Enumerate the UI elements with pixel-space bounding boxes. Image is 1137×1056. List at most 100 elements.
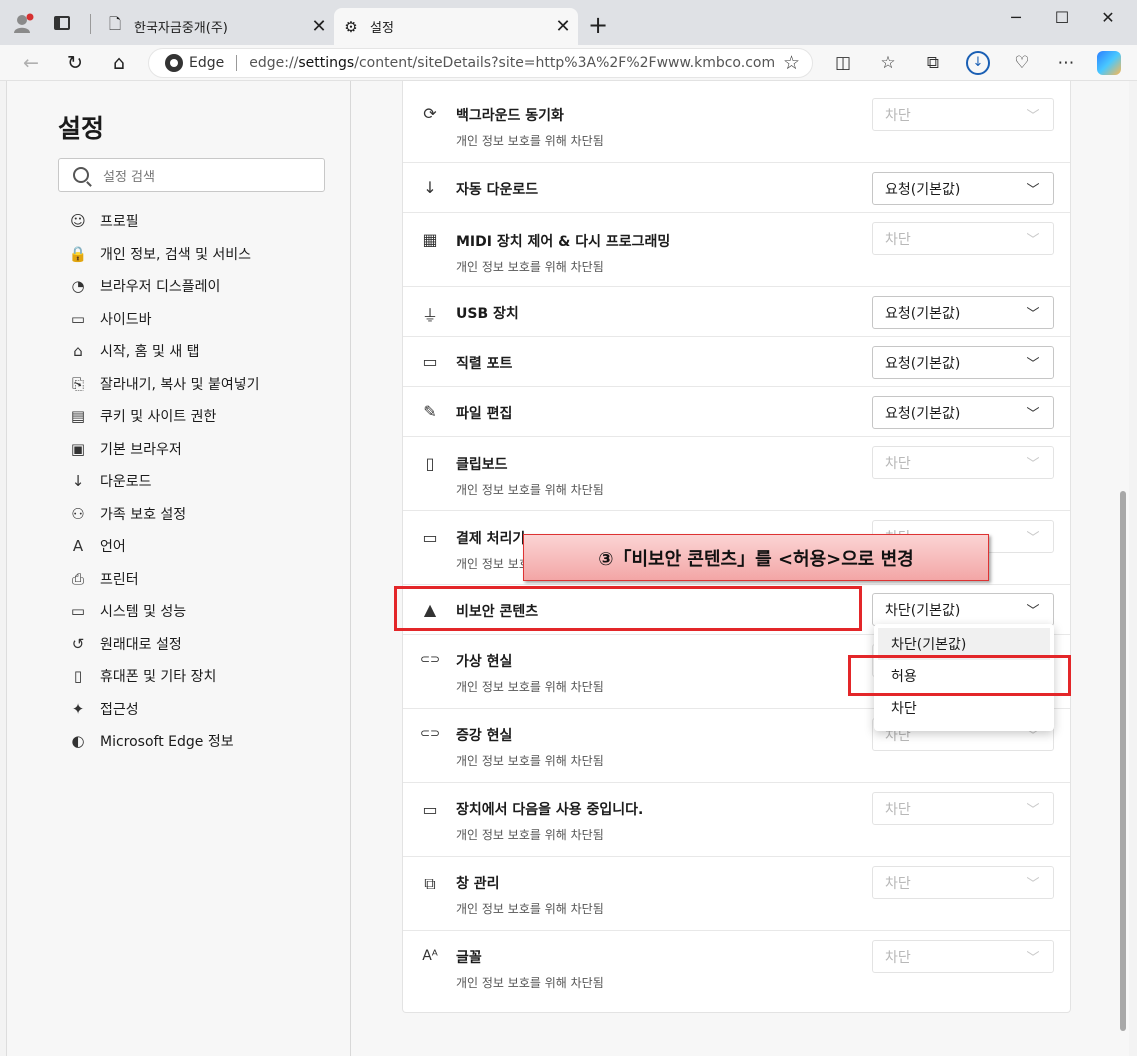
insecure-content-select[interactable]: 차단(기본값) ﹀ [872,593,1054,626]
url-text: edge://settings/content/siteDetails?site… [249,55,776,71]
sidebar-item-profile[interactable]: ☺ 프로필 [67,205,259,238]
select-value: 차단 [885,875,911,892]
serial-port-icon: ▭ [422,352,438,371]
sidebar-item-about[interactable]: ◐ Microsoft Edge 정보 [67,725,259,758]
permission-select[interactable]: 요청(기본값) ﹀ [872,172,1054,205]
sidebar-item-label: 기본 브라우저 [100,441,182,458]
permission-subtitle: 개인 정보 보호를 위해 차단됨 [456,976,604,990]
browser-icon: ▣ [70,439,86,458]
sidebar-item-accessibility[interactable]: ✦ 접근성 [67,693,259,726]
scrollbar[interactable] [1120,491,1126,1031]
permission-select: 차단 ﹀ [872,866,1054,899]
sidebar-item-start-home[interactable]: ⌂ 시작, 홈 및 새 탭 [67,335,259,368]
chevron-down-icon: ﹀ [1026,531,1040,546]
select-value: 요청(기본값) [885,355,961,372]
profile-icon[interactable] [12,12,34,34]
download-icon[interactable]: ↓ [966,51,990,75]
sidebar-item-share-copy-paste[interactable]: ⎘ 잘라내기, 복사 및 붙여넣기 [67,368,260,401]
sidebar-item-phone-devices[interactable]: ▯ 휴대폰 및 기타 장치 [67,660,259,693]
permission-row-window-management: ⧉ 창 관리 개인 정보 보호를 위해 차단됨 차단 ﹀ [403,857,1070,931]
maximize-button[interactable]: ☐ [1042,8,1082,27]
home-icon[interactable]: ⌂ [106,50,132,76]
sidebar-item-languages[interactable]: A 언어 [67,530,259,563]
tab-kmbco[interactable]: 🗋 한국자금중개(주) ✕ [98,8,334,45]
permission-title: 증강 현실 [456,728,513,744]
permission-title: USB 장치 [456,306,519,322]
select-value: 요청(기본값) [885,181,961,198]
toolbar: ← ↻ ⌂ Edge edge://settings/content/siteD… [0,45,1137,81]
permission-title: 창 관리 [456,876,500,892]
sidebar-item-label: 휴대폰 및 기타 장치 [100,669,217,686]
favorite-star-icon[interactable]: ☆ [783,52,800,74]
reset-icon: ↺ [71,634,85,653]
copilot-icon[interactable] [1097,51,1121,75]
close-window-button[interactable]: ✕ [1088,8,1128,27]
sidebar-item-privacy[interactable]: 🔒 개인 정보, 검색 및 서비스 [67,238,259,271]
permission-title: 장치에서 다음을 사용 중입니다. [456,802,644,818]
sync-icon: ⟳ [423,104,437,123]
sidebar-item-printers[interactable]: ⎙ 프린터 [67,563,259,596]
select-value: 차단 [885,801,911,818]
chevron-down-icon: ﹀ [1026,357,1040,372]
page-title: 설정 [58,114,105,143]
printer-icon: ⎙ [71,569,84,588]
sidebar-item-label: 언어 [100,539,126,556]
sidebar-item-label: 브라우저 디스플레이 [100,279,221,296]
sidebar-item-label: 쿠키 및 사이트 권한 [100,409,217,426]
tab-label: 한국자금중개(주) [134,21,228,36]
collections-icon[interactable]: ⧉ [921,51,945,75]
permission-title: 백그라운드 동기화 [456,108,564,124]
sidebar-item-reset[interactable]: ↺ 원래대로 설정 [67,628,259,661]
permission-subtitle: 개인 정보 보호를 위해 차단됨 [456,134,604,148]
address-bar[interactable]: Edge edge://settings/content/siteDetails… [148,48,813,78]
search-input[interactable]: 설정 검색 [58,158,325,192]
close-tab-icon[interactable]: ✕ [304,16,334,37]
chevron-down-icon: ﹀ [1026,407,1040,422]
tab-separator [90,14,91,34]
permission-select[interactable]: 요청(기본값) ﹀ [872,346,1054,379]
browser-essentials-icon[interactable]: ♡ [1010,51,1034,75]
split-screen-icon[interactable]: ◫ [831,51,855,75]
refresh-icon[interactable]: ↻ [62,50,88,76]
address-divider [236,55,238,71]
tab-settings[interactable]: ⚙ 설정 ✕ [334,8,578,45]
permission-select[interactable]: 요청(기본값) ﹀ [872,296,1054,329]
permission-row-clipboard: ▯ 클립보드 개인 정보 보호를 위해 차단됨 차단 ﹀ [403,437,1070,511]
search-placeholder: 설정 검색 [103,169,155,185]
minimize-button[interactable]: ─ [996,8,1036,27]
sidebar-item-label: 접근성 [100,701,139,718]
permission-subtitle: 개인 정보 보호를 위해 차단됨 [456,828,604,842]
accessibility-icon: ✦ [71,699,85,718]
permission-select: 차단 ﹀ [872,792,1054,825]
share-icon: ⎘ [71,374,84,393]
sidebar-item-downloads[interactable]: ↓ 다운로드 [67,465,259,498]
sidebar-item-label: 가족 보호 설정 [100,506,187,523]
site-label: Edge [189,55,225,71]
sidebar-item-appearance[interactable]: ◔ 브라우저 디스플레이 [67,270,259,303]
settings-page: 설정 설정 검색 ☺ 프로필 🔒 개인 정보, 검색 및 서비스 ◔ 브라우저 디스플… [6,81,1129,1056]
sidebar-item-cookies-permissions[interactable]: ▤ 쿠키 및 사이트 권한 [67,400,259,433]
phone-icon: ▯ [73,667,83,686]
permission-subtitle: 개인 정보 보호를 위해 차단됨 [456,754,604,768]
page-icon: 🗋 [108,15,122,33]
permission-row-usb: ⏚ USB 장치 요청(기본값) ﹀ [403,287,1070,337]
sidebar-item-default-browser[interactable]: ▣ 기본 브라우저 [67,433,259,466]
tab-actions-icon[interactable] [54,16,70,30]
chevron-down-icon: ﹀ [1026,457,1040,472]
sidebar-item-label: Microsoft Edge 정보 [100,734,234,751]
favorites-icon[interactable]: ☆ [876,51,900,75]
sidebar-item-family[interactable]: ⚇ 가족 보호 설정 [67,498,259,531]
more-menu-icon[interactable]: ⋯ [1054,51,1078,75]
close-tab-icon[interactable]: ✕ [548,16,578,37]
back-icon[interactable]: ← [18,50,44,76]
home-icon: ⌂ [73,342,83,361]
cookie-icon: ▤ [70,407,86,426]
select-value: 차단 [885,455,911,472]
permission-title: 파일 편집 [456,406,513,422]
sidebar-item-system[interactable]: ▭ 시스템 및 성능 [67,595,259,628]
sidebar-item-sidebar[interactable]: ▭ 사이드바 [67,303,259,336]
chevron-down-icon: ﹀ [1026,803,1040,818]
new-tab-icon[interactable]: + [586,11,610,39]
permission-select[interactable]: 요청(기본값) ﹀ [872,396,1054,429]
option-block[interactable]: 차단 [878,692,1050,724]
